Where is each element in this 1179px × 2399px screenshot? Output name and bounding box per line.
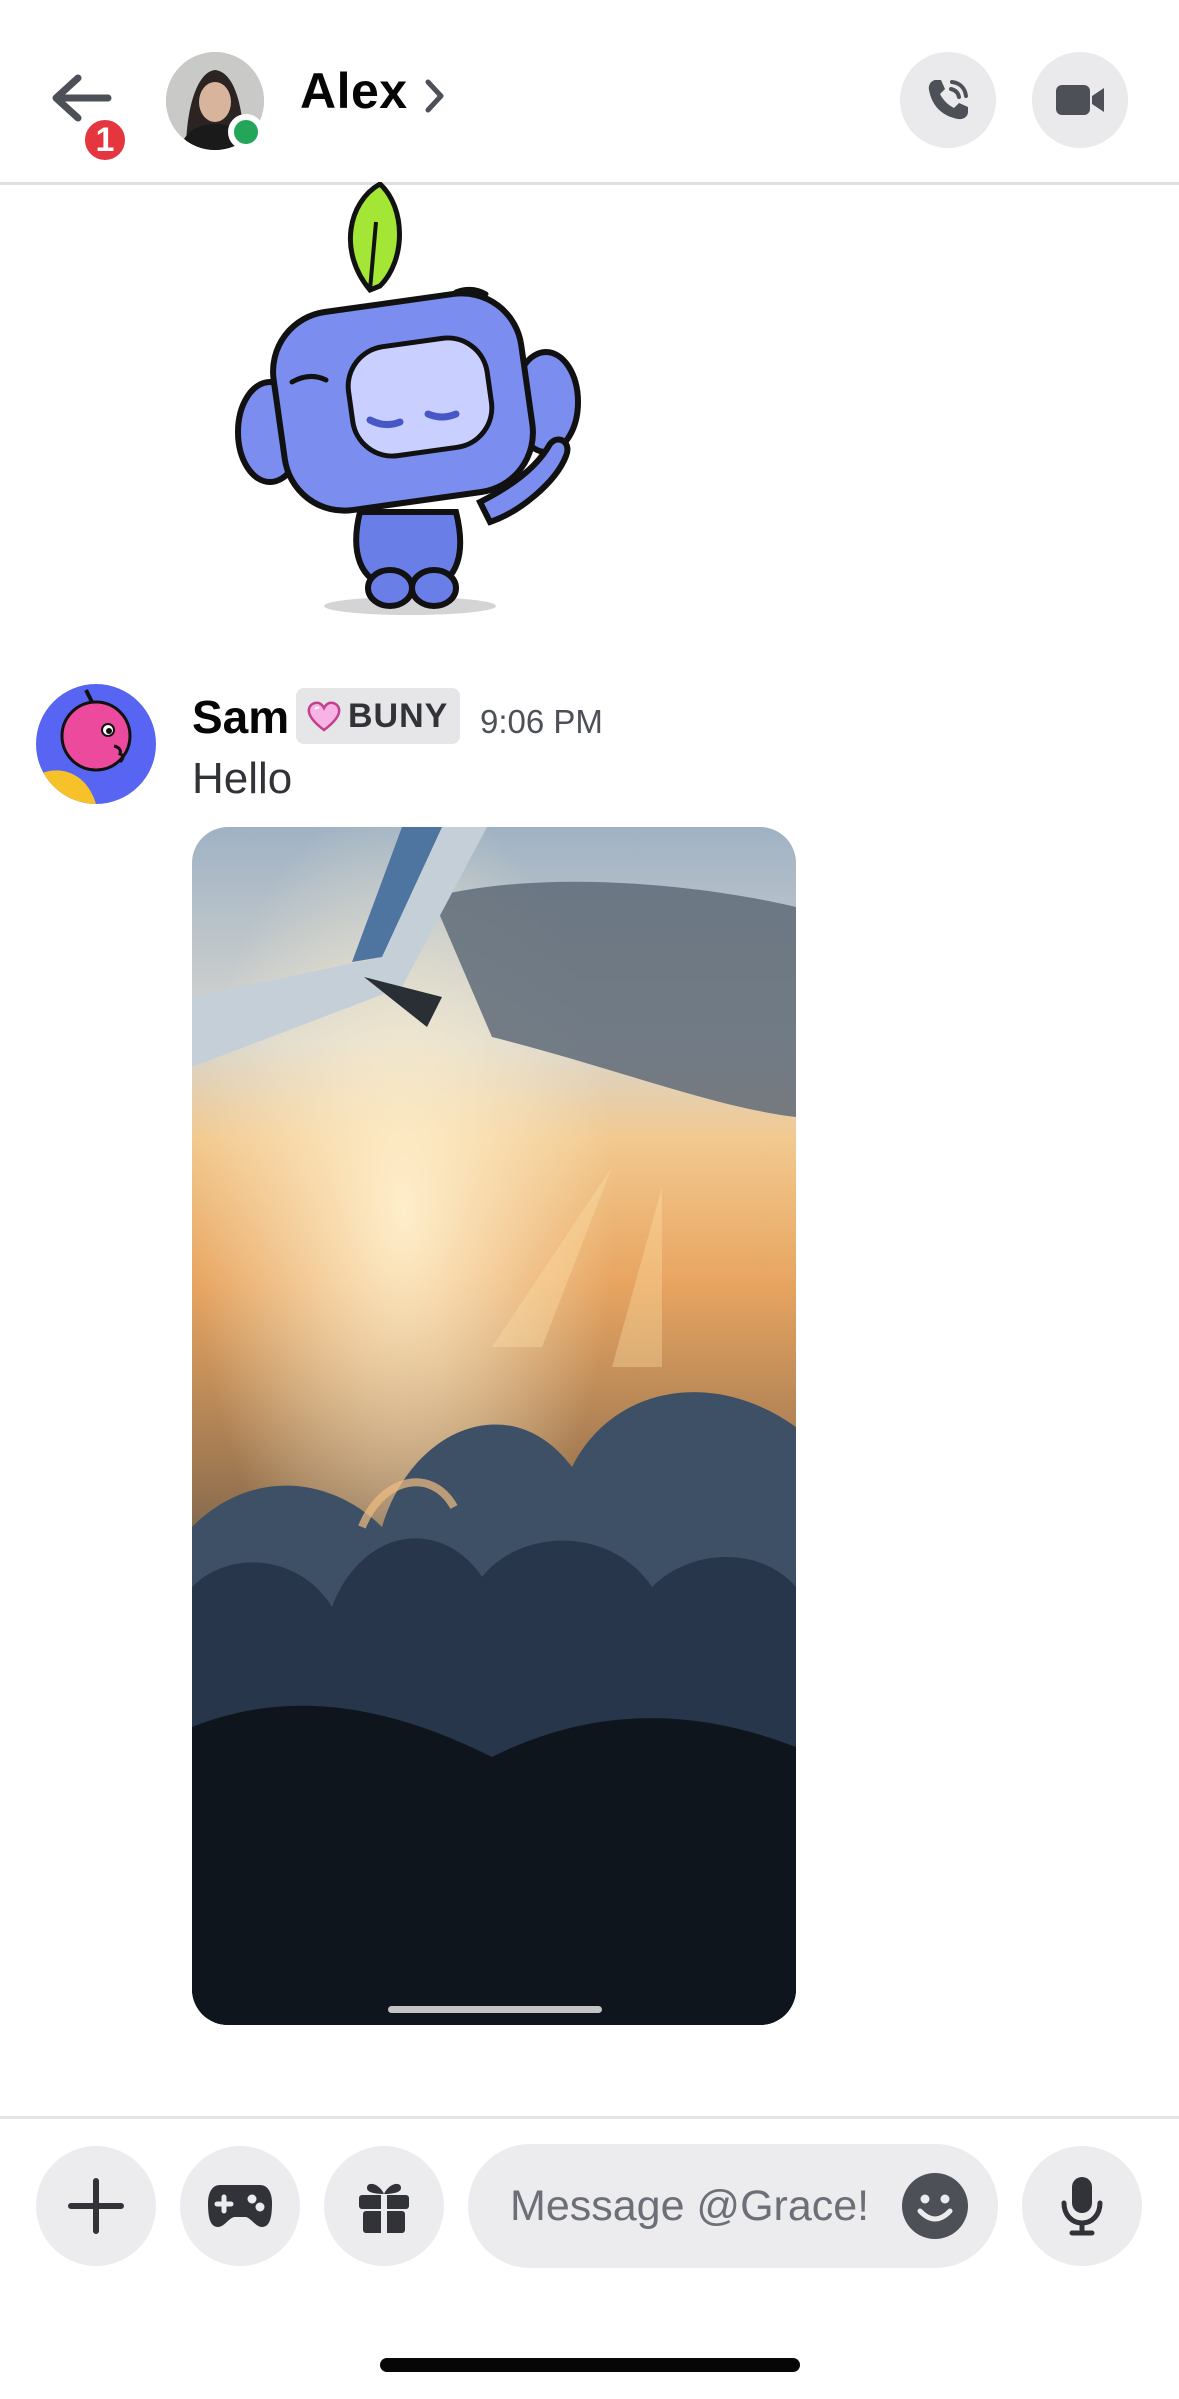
airplane-wing-sunset-photo xyxy=(192,827,796,2025)
user-tag[interactable]: BUNY xyxy=(296,688,461,744)
activities-button[interactable] xyxy=(180,2146,300,2266)
image-scrub-handle xyxy=(388,2006,602,2013)
contact-name[interactable]: Alex xyxy=(300,62,408,120)
message-author[interactable]: Sam xyxy=(192,690,289,744)
user-tag-label: BUNY xyxy=(348,696,449,735)
sam-avatar-image xyxy=(36,684,156,804)
unread-badge: 1 xyxy=(80,115,130,165)
add-attachment-button[interactable] xyxy=(36,2146,156,2266)
emoji-button[interactable] xyxy=(902,2173,968,2239)
voice-call-button[interactable] xyxy=(900,52,996,148)
gift-button[interactable] xyxy=(324,2146,444,2266)
microphone-icon xyxy=(1061,2177,1103,2236)
wumpus-waving-sticker xyxy=(235,180,581,615)
avatar[interactable] xyxy=(36,684,156,804)
emoji-icon xyxy=(917,2194,953,2222)
video-camera-icon xyxy=(1056,85,1104,115)
image-attachment[interactable] xyxy=(192,827,796,2025)
heart-icon xyxy=(307,701,341,732)
phone-call-icon xyxy=(928,80,968,120)
gift-icon xyxy=(359,2183,409,2233)
online-status-indicator xyxy=(228,114,264,150)
gamepad-icon xyxy=(208,2185,272,2227)
plus-icon xyxy=(68,2178,124,2234)
wumpus-sticker[interactable] xyxy=(220,180,600,622)
voice-message-button[interactable] xyxy=(1022,2146,1142,2266)
video-call-button[interactable] xyxy=(1032,52,1128,148)
chevron-right-icon[interactable] xyxy=(424,78,446,114)
message-timestamp: 9:06 PM xyxy=(480,703,603,740)
message-text: Hello xyxy=(192,754,293,803)
home-indicator[interactable] xyxy=(380,2358,800,2372)
